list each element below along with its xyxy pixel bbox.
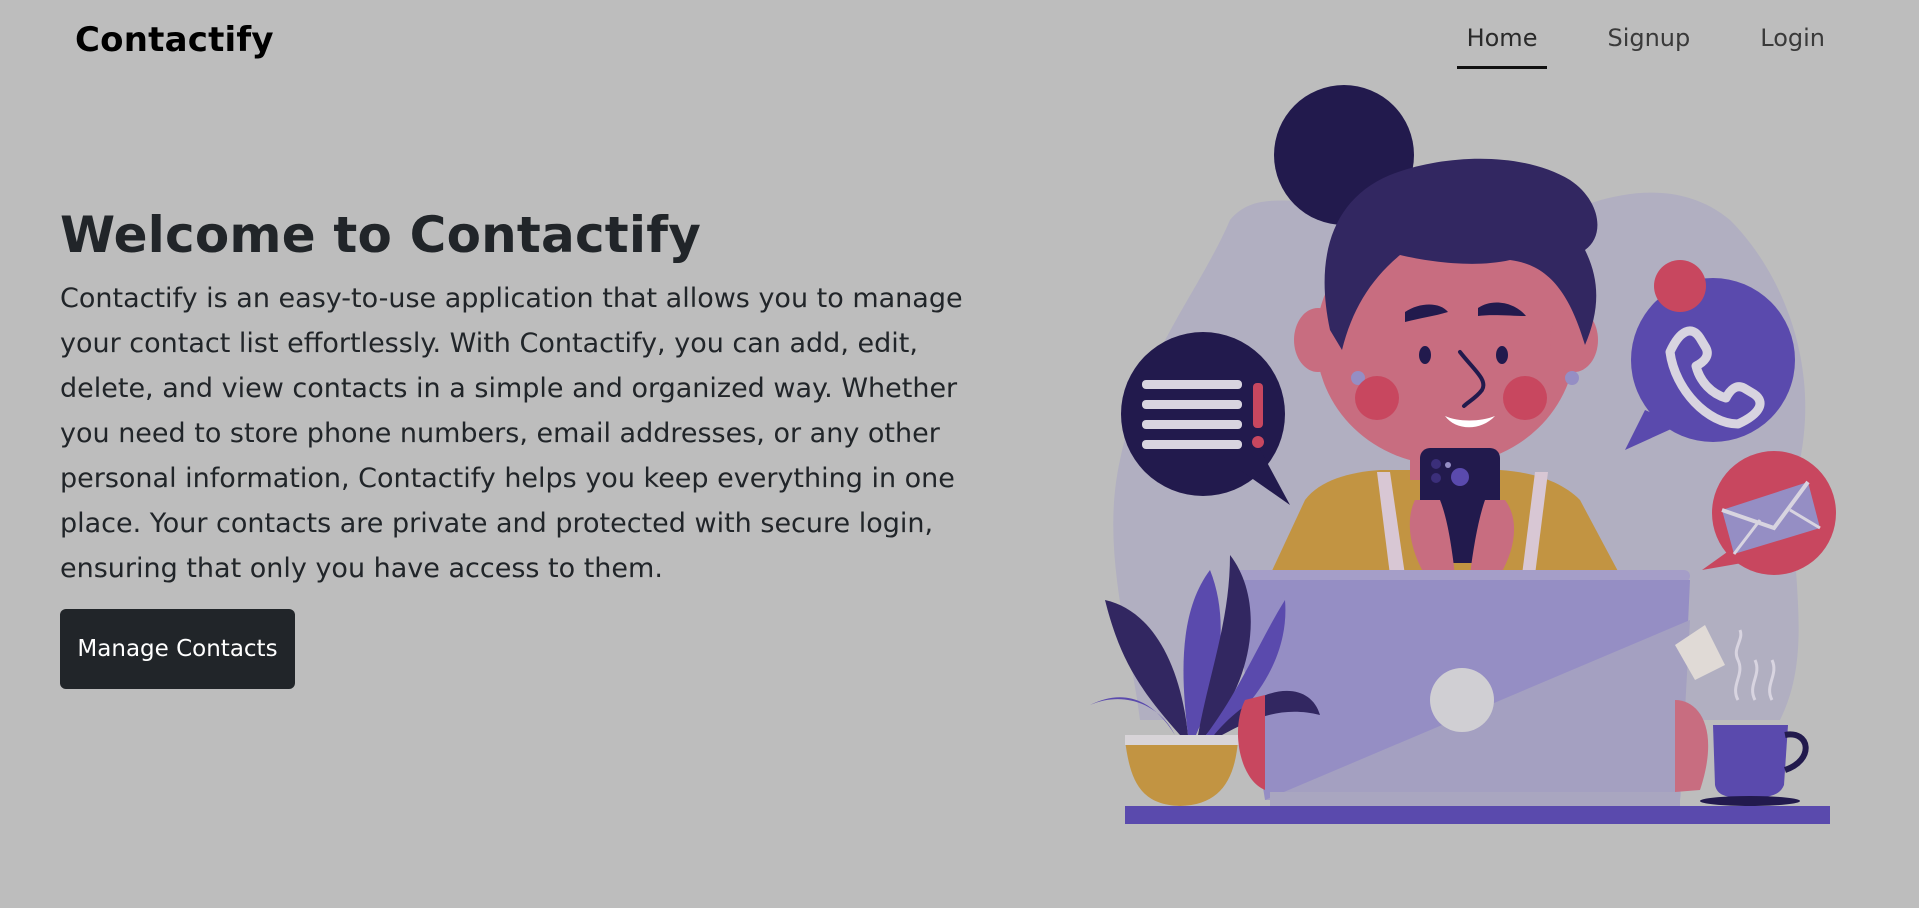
- right-eye: [1496, 346, 1508, 364]
- navbar: Contactify Home Signup Login: [0, 0, 1919, 84]
- phone-camera-4: [1451, 468, 1469, 486]
- nav-login-link[interactable]: Login: [1750, 22, 1835, 69]
- desk: [1125, 806, 1830, 824]
- hero-description: Contactify is an easy-to-use application…: [60, 283, 963, 584]
- cup-handle: [1783, 731, 1809, 773]
- right-cheek: [1503, 376, 1547, 420]
- phone-camera-2: [1431, 473, 1441, 483]
- plant-pot: [1125, 740, 1238, 806]
- left-cheek: [1355, 376, 1399, 420]
- nav-signup-link[interactable]: Signup: [1597, 22, 1700, 69]
- right-earring: [1565, 371, 1579, 385]
- brand-logo[interactable]: Contactify: [75, 20, 274, 60]
- coffee-cup: [1713, 725, 1788, 798]
- phone-camera-3: [1445, 462, 1451, 468]
- laptop-logo: [1430, 668, 1494, 732]
- pink-leaf: [1237, 695, 1265, 790]
- page: Contactify Home Signup Login Welcome to …: [0, 0, 1919, 908]
- nav-home-link[interactable]: Home: [1456, 22, 1548, 69]
- phone-camera-1: [1431, 459, 1441, 469]
- laptop-base: [1270, 792, 1680, 806]
- hero-title: Welcome to Contactify: [60, 206, 701, 264]
- nav-links: Home Signup Login: [1407, 22, 1835, 69]
- left-eye: [1419, 346, 1431, 364]
- saucer: [1700, 796, 1800, 806]
- manage-contacts-button[interactable]: Manage Contacts: [60, 609, 295, 689]
- plant-pot-rim: [1125, 735, 1253, 745]
- hero-illustration: [1090, 85, 1836, 824]
